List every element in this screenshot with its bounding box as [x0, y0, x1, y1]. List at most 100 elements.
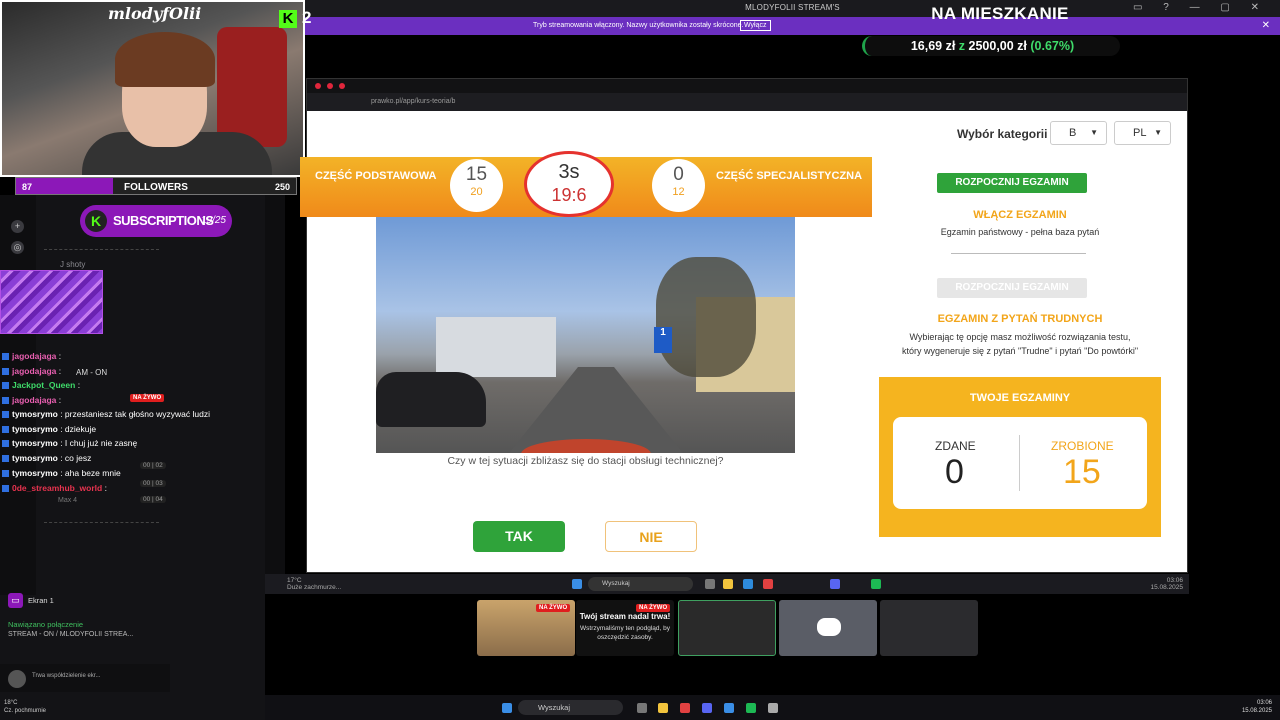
chat-text: : — [77, 380, 81, 390]
chat-text: : — [58, 351, 62, 361]
inner-weather[interactable]: 17°C Duże zachmurze... — [287, 577, 341, 591]
weather-widget[interactable]: 18°C Cz. pochmurnie — [4, 699, 46, 715]
chat-username[interactable]: 0de_streamhub_world — [12, 483, 102, 493]
opera-icon[interactable] — [763, 579, 773, 589]
inner-search[interactable]: Wyszukaj — [588, 577, 693, 591]
hard-exam-title: EGZAMIN Z PYTAŃ TRUDNYCH — [937, 313, 1103, 325]
discord-icon[interactable] — [702, 703, 712, 713]
sharing-status: Trwa współdzielenie ekr... — [32, 673, 101, 679]
chat-username[interactable]: Jackpot_Queen — [12, 380, 75, 390]
voice-user-row[interactable]: AM - ON — [76, 368, 107, 377]
clock[interactable]: 03:06 15.08.2025 — [1242, 699, 1272, 715]
chevron-down-icon: ▼ — [1090, 128, 1098, 137]
special-total: 12 — [672, 186, 685, 198]
done-label: ZROBIONE — [1051, 439, 1114, 453]
screen-share-item[interactable]: ▭ Ekran 1 — [6, 591, 166, 611]
chat-username[interactable]: jagodajaga — [12, 395, 56, 405]
exam-stats-card: ZDANE 0 ZROBIONE 15 — [893, 417, 1147, 509]
chat-message: 0de_streamhub_world : — [2, 483, 107, 493]
window-controls[interactable]: ▭ ? — ▢ ✕ — [1133, 2, 1268, 13]
yes-button[interactable]: TAK — [473, 521, 565, 552]
exam-sidebar: ROZPOCZNIJ EGZAMIN WŁĄCZ EGZAMIN Egzamin… — [879, 157, 1161, 567]
preview-camera[interactable] — [678, 600, 776, 656]
chat-message: tymosrymo : co jesz — [2, 453, 91, 463]
inner-clock[interactable]: 03:06 15.08.2025 — [1150, 577, 1183, 591]
chat-text: : aha beze mnie — [60, 468, 121, 478]
task-view-icon[interactable] — [637, 703, 647, 713]
chat-badge-icon — [2, 368, 9, 376]
chat-username[interactable]: jagodajaga — [12, 366, 56, 376]
spotify-icon[interactable] — [871, 579, 881, 589]
banner-text: Tryb streamowania włączony. Nazwy użytko… — [533, 22, 744, 29]
voice-connection: Nawiązano połączenie STREAM - ON / MLODY… — [8, 620, 168, 638]
user-limit-badge: 00 | 02 — [140, 462, 166, 469]
language-select[interactable]: PL ▼ — [1114, 121, 1171, 145]
close-icon[interactable]: ✕ — [1262, 20, 1270, 31]
inner-weather-desc: Duże zachmurze... — [287, 584, 342, 591]
live-badge: NA ŻYWO — [130, 394, 165, 402]
chat-username[interactable]: tymosrymo — [12, 424, 58, 434]
special-part-label: CZĘŚĆ SPECJALISTYCZNA — [716, 170, 863, 182]
category-select[interactable]: B ▼ — [1050, 121, 1107, 145]
followers-goal-bar: 87 FOLLOWERS 250 — [15, 177, 297, 195]
taskbar-search[interactable]: Wyszukaj — [518, 700, 623, 715]
chat-message: jagodajaga : — [2, 351, 61, 361]
user-bar: Trwa współdzielenie ekr... — [0, 664, 170, 692]
start-hard-exam-button[interactable]: ROZPOCZNIJ EGZAMIN — [937, 278, 1087, 298]
folder-icon[interactable] — [723, 579, 733, 589]
spotify-icon[interactable] — [746, 703, 756, 713]
add-server-icon[interactable]: + — [11, 220, 24, 233]
chat-message: tymosrymo : dziekuje — [2, 424, 96, 434]
chat-badge-icon — [2, 455, 9, 463]
chat-message: jagodajaga : — [2, 366, 61, 376]
weather-desc: Cz. pochmurnie — [4, 708, 47, 714]
streamer-name: mlodyfOlii — [108, 4, 202, 23]
chat-username[interactable]: tymosrymo — [12, 468, 58, 478]
channel-item[interactable]: J shoty — [60, 260, 85, 269]
enable-exam-desc: Egzamin państwowy - pełna baza pytań — [940, 227, 1100, 237]
question-video[interactable]: 1 — [376, 217, 795, 453]
start-icon[interactable] — [572, 579, 582, 589]
chat-username[interactable]: tymosrymo — [12, 438, 58, 448]
address-bar[interactable]: prawko.pl/app/kurs-teoria/b — [307, 93, 1187, 111]
tab-dot-icon — [339, 83, 345, 89]
disable-streamer-mode-button[interactable]: Wyłącz — [740, 20, 771, 31]
taskbar: Wyszukaj — [265, 695, 1280, 720]
task-view-icon[interactable] — [705, 579, 715, 589]
page-header: Wybór kategorii B ▼ PL ▼ — [307, 111, 1187, 157]
url-text[interactable]: prawko.pl/app/kurs-teoria/b — [371, 98, 455, 105]
discover-icon[interactable]: ◎ — [11, 241, 24, 254]
passed-label: ZDANE — [935, 439, 976, 453]
chat-badge-icon — [2, 411, 9, 419]
apps-icon[interactable] — [724, 703, 734, 713]
preview-discord[interactable] — [779, 600, 877, 656]
avatar[interactable] — [8, 670, 26, 688]
chat-text: : dziekuje — [60, 424, 97, 434]
road-sign: 1 — [654, 327, 672, 353]
inner-weather-temp: 17°C — [287, 577, 302, 584]
chat-text: : — [58, 395, 62, 405]
opera-icon[interactable] — [680, 703, 690, 713]
no-button[interactable]: NIE — [605, 521, 697, 552]
donation-goal: 16,69 zł z 2500,00 zł (0.67%) — [862, 36, 1120, 56]
chat-badge-icon — [2, 426, 9, 434]
folder-icon[interactable] — [658, 703, 668, 713]
window-title-bar: MLODYFOLII STREAM'S ▭ ? — ▢ ✕ — [305, 0, 1280, 17]
chat-badge-icon — [2, 485, 9, 493]
settings-icon[interactable] — [768, 703, 778, 713]
edge-icon[interactable] — [743, 579, 753, 589]
chat-username[interactable]: tymosrymo — [12, 409, 58, 419]
kick-count: 2 — [302, 8, 312, 27]
time: 03:06 — [1256, 700, 1272, 706]
chat-username[interactable]: jagodajaga — [12, 351, 56, 361]
streamer-hair — [115, 32, 215, 87]
discord-icon[interactable] — [830, 579, 840, 589]
voice-channel-max[interactable]: Max 4 — [58, 497, 77, 504]
inner-taskbar: 17°C Duże zachmurze... Wyszukaj 03:06 15… — [265, 574, 1189, 594]
category-label: Wybór kategorii — [957, 127, 1048, 141]
chat-username[interactable]: tymosrymo — [12, 453, 58, 463]
goal-target: 2500,00 zł — [968, 39, 1027, 53]
start-icon[interactable] — [502, 703, 512, 713]
start-exam-button[interactable]: ROZPOCZNIJ EGZAMIN — [937, 173, 1087, 193]
preview-webcam[interactable] — [880, 600, 978, 656]
